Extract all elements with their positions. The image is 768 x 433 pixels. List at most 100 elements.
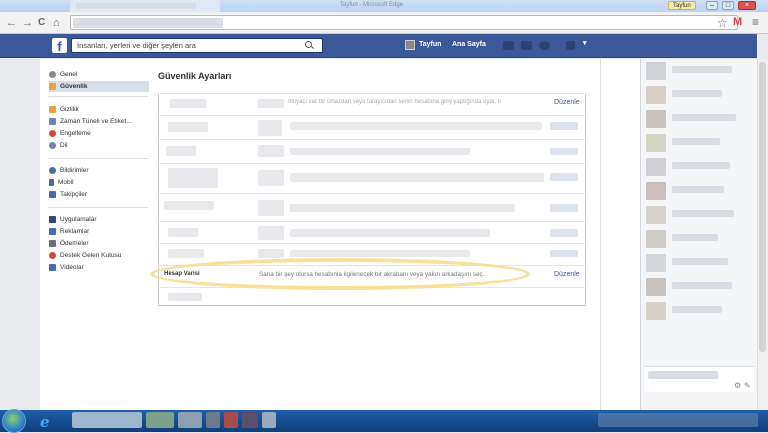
row-desc-blurred — [258, 170, 284, 186]
edit-link-blurred[interactable] — [550, 229, 578, 237]
sidebar-item-general[interactable]: Genel — [49, 69, 149, 80]
search-input[interactable]: İnsanları, yerleri ve diğer şeyleri ara — [71, 38, 323, 53]
avatar[interactable] — [405, 40, 415, 50]
search-icon[interactable] — [305, 41, 312, 48]
notifications-icon[interactable] — [539, 41, 550, 50]
sidebar-item-privacy[interactable]: Gizlilik — [49, 104, 149, 115]
chat-name-blurred — [672, 90, 722, 97]
friend-requests-icon[interactable] — [503, 41, 514, 50]
chat-contact[interactable] — [646, 86, 666, 104]
right-gutter — [600, 59, 640, 410]
scrollbar-thumb[interactable] — [759, 62, 766, 352]
chat-compose-icon[interactable]: ✎ — [744, 381, 751, 390]
edit-link-blurred[interactable] — [550, 122, 578, 130]
minimize-button[interactable]: – — [706, 1, 718, 10]
messages-icon[interactable] — [521, 41, 532, 50]
browser-menu-icon[interactable]: ≡ — [752, 15, 759, 29]
sidebar-item-ads[interactable]: Reklamlar — [49, 226, 149, 237]
internet-explorer-icon[interactable]: e — [40, 413, 50, 431]
settings-row[interactable] — [158, 193, 586, 221]
taskbar-app-blurred[interactable] — [146, 412, 174, 428]
gmail-icon[interactable]: M — [733, 16, 742, 28]
chat-contact[interactable] — [646, 302, 666, 320]
settings-row[interactable] — [158, 163, 586, 193]
sidebar-item-label: Uygulamalar — [60, 216, 97, 223]
settings-row[interactable] — [158, 115, 586, 139]
sidebar-item-label: Genel — [60, 71, 78, 78]
chat-contact[interactable] — [646, 278, 666, 296]
row-label-blurred — [168, 168, 218, 188]
chat-contact[interactable] — [646, 206, 666, 224]
taskbar-app-blurred[interactable] — [206, 412, 220, 428]
row-label-blurred — [168, 293, 202, 301]
settings-row[interactable] — [158, 139, 586, 163]
bookmark-star-icon[interactable]: ☆ — [717, 16, 728, 30]
taskbar-app-blurred[interactable] — [224, 412, 238, 428]
system-tray-blurred[interactable] — [598, 413, 758, 427]
row-label-blurred — [168, 228, 198, 237]
edit-link-blurred[interactable] — [550, 204, 578, 212]
settings-row[interactable] — [158, 221, 586, 243]
edit-link-blurred[interactable] — [550, 148, 578, 155]
chat-contact[interactable] — [646, 62, 666, 80]
account-menu-chevron-icon[interactable]: ▾ — [583, 39, 587, 47]
legacy-contact-edit-link[interactable]: Düzenle — [554, 271, 580, 278]
home-icon[interactable]: ⌂ — [53, 17, 60, 29]
privacy-shortcuts-icon[interactable] — [566, 41, 575, 50]
taskbar-app-blurred[interactable] — [72, 412, 142, 428]
sidebar-item-notifications[interactable]: Bildirimler — [49, 165, 149, 176]
sidebar-item-payments[interactable]: Ödemeler — [49, 238, 149, 249]
edit-link-blurred[interactable] — [550, 173, 578, 181]
sidebar-item-language[interactable]: Dil — [49, 140, 149, 151]
facebook-logo[interactable]: f — [52, 38, 67, 54]
taskbar-app-blurred[interactable] — [262, 412, 276, 428]
chat-name-blurred — [672, 258, 728, 265]
edit-link[interactable]: Düzenle — [554, 99, 580, 106]
row-desc-blurred — [290, 250, 470, 257]
sidebar-item-security[interactable]: Güvenlik — [49, 81, 149, 92]
sidebar-item-blocking[interactable]: Engelleme — [49, 128, 149, 139]
start-button[interactable] — [2, 409, 26, 433]
chat-contact[interactable] — [646, 158, 666, 176]
sidebar-divider — [48, 207, 148, 208]
close-button[interactable]: × — [738, 1, 756, 10]
sidebar-item-label: Reklamlar — [60, 228, 90, 235]
profile-chip[interactable]: Tayfun — [668, 1, 696, 10]
sidebar-item-timeline[interactable]: Zaman Tüneli ve Etiket... — [49, 116, 149, 127]
chat-contact[interactable] — [646, 230, 666, 248]
row-desc-blurred — [258, 200, 284, 216]
chat-settings-icon[interactable]: ⚙ — [734, 381, 741, 390]
row-label-blurred — [170, 99, 206, 108]
forward-icon[interactable]: → — [22, 17, 33, 29]
row-desc-blurred — [290, 122, 542, 130]
edit-link-blurred[interactable] — [550, 250, 578, 257]
taskbar-app-blurred[interactable] — [242, 412, 258, 428]
chat-contact[interactable] — [646, 182, 666, 200]
sidebar-item-apps[interactable]: Uygulamalar — [49, 214, 149, 225]
maximize-button[interactable]: □ — [722, 1, 734, 10]
sidebar-item-support-inbox[interactable]: Destek Gelen Kutusu — [49, 250, 149, 261]
home-link[interactable]: Ana Sayfa — [452, 41, 486, 48]
sidebar-item-mobile[interactable]: Mobil — [49, 177, 149, 188]
chat-search-box[interactable]: ⚙ ✎ — [644, 366, 754, 392]
block-icon — [49, 130, 56, 137]
settings-row[interactable]: Ihtiyacı var bir cihazdan veya tarayıcıd… — [158, 93, 586, 115]
settings-row[interactable] — [158, 287, 586, 306]
reload-icon[interactable]: C — [38, 17, 45, 28]
back-icon[interactable]: ← — [6, 17, 17, 29]
chat-contact[interactable] — [646, 254, 666, 272]
taskbar-app-blurred[interactable] — [178, 412, 202, 428]
address-bar[interactable] — [70, 15, 738, 30]
sidebar-item-label: Dil — [60, 142, 68, 149]
row-desc-blurred — [290, 229, 490, 237]
chat-contact[interactable] — [646, 134, 666, 152]
sidebar-item-label: Bildirimler — [60, 167, 89, 174]
profile-link[interactable]: Tayfun — [419, 41, 441, 48]
chat-contact[interactable] — [646, 110, 666, 128]
sidebar-item-followers[interactable]: Takipçiler — [49, 189, 149, 200]
browser-tab[interactable] — [70, 0, 220, 12]
sidebar-item-videos[interactable]: Videolar — [49, 262, 149, 273]
mobile-icon — [49, 179, 54, 186]
row-desc-blurred — [258, 145, 284, 157]
film-icon — [49, 264, 56, 271]
